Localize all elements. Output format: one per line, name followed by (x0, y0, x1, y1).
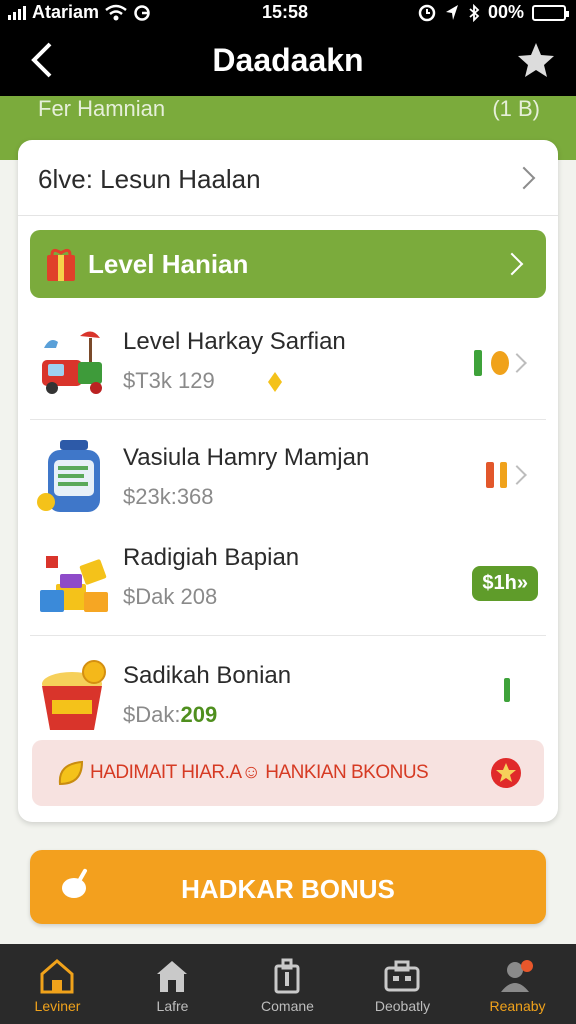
bonus-banner[interactable]: HADIMAIT HIAR.A☺ HANKIAN BKONUS (32, 740, 544, 806)
location-icon (445, 4, 458, 20)
claim-button[interactable]: $1h» (472, 566, 538, 601)
list-item[interactable]: Level Harkay Sarfian $T3k 129 (30, 304, 546, 420)
home-icon (40, 959, 74, 994)
item-name: Radigiah Bapian (123, 544, 300, 571)
gift-boxes-icon (40, 556, 108, 612)
level-bar-label: Level Hanian (88, 249, 249, 279)
tab-bag[interactable]: Comane (230, 944, 345, 1024)
band-right-text: (1 B) (492, 96, 540, 121)
wifi-icon (105, 4, 127, 20)
card-header-row[interactable]: 6lve: Lesun Haalan (18, 140, 558, 216)
alarm-icon (418, 4, 436, 21)
gift-bag-icon (47, 248, 75, 281)
coin-icon (268, 372, 282, 392)
leaf-icon (58, 760, 84, 786)
bag-icon (274, 958, 300, 994)
item-price: $Dak:209 (123, 702, 217, 728)
item-name: Vasiula Hamry Mamjan (123, 444, 370, 471)
status-indicator-icon (504, 678, 510, 702)
item-price: $Dak 208 (123, 584, 218, 609)
tab-home[interactable]: Leviner (0, 944, 115, 1024)
page-title: Daadaakn (212, 42, 364, 78)
jar-icon (37, 440, 100, 512)
briefcase-icon (384, 960, 420, 992)
carrier-name: Atariam (32, 2, 100, 22)
item-name: Sadikah Bonian (123, 662, 292, 689)
chevron-right-icon (512, 166, 536, 190)
rewards-card: 6lve: Lesun Haalan Level Hanian Level Ha… (18, 140, 558, 822)
bluetooth-icon (469, 3, 480, 22)
tab-label: Reanaby (489, 998, 546, 1014)
tab-store[interactable]: Lafre (115, 944, 230, 1024)
top-nav-bar: Daadaakn (0, 26, 576, 98)
battery-percent: 00% (487, 2, 524, 22)
favorite-button[interactable] (516, 40, 556, 80)
card-header-label: 6lve: Lesun Haalan (38, 164, 261, 194)
store-icon (157, 961, 187, 992)
star-badge-icon (491, 758, 521, 788)
bottom-tab-bar: Leviner Lafre Comane Deobatly Reanaby (0, 944, 576, 1024)
item-price: $23k:368 (123, 484, 214, 509)
tab-label: Comane (261, 998, 314, 1014)
status-bar: Atariam 15:58 00% (0, 0, 576, 26)
bonus-banner-text: HADIMAIT HIAR.A☺ HANKIAN BKONUS (90, 762, 429, 783)
item-price-prefix: $Dak: (123, 702, 181, 727)
tab-label: Leviner (34, 998, 81, 1014)
tab-profile[interactable]: Reanaby (460, 944, 575, 1024)
signal-icon (8, 5, 26, 20)
profile-icon (501, 960, 533, 992)
popcorn-icon (42, 660, 106, 730)
tab-label: Deobatly (374, 998, 431, 1014)
band-left-text: Fer Hamnian (38, 96, 166, 121)
list-item[interactable]: Vasiula Hamry Mamjan $23k:368 (30, 420, 546, 536)
list-item[interactable]: Sadikah Bonian $Dak:209 (30, 638, 546, 754)
battery-icon (532, 4, 569, 21)
tab-briefcase[interactable]: Deobatly (345, 944, 460, 1024)
claim-bonus-label: HADKAR BONUS (181, 874, 395, 904)
chevron-right-icon (500, 252, 524, 276)
claim-bonus-button[interactable]: HADKAR BONUS (30, 850, 546, 924)
list-item[interactable]: Radigiah Bapian $Dak 208 $1h» (30, 520, 546, 636)
star-icon (518, 43, 554, 77)
toy-truck-icon (42, 331, 102, 394)
item-name: Level Harkay Sarfian (123, 328, 346, 355)
level-bar[interactable]: Level Hanian (30, 230, 546, 298)
item-price-value: 209 (180, 702, 218, 727)
sync-icon (134, 4, 150, 21)
tab-label: Lafre (156, 998, 189, 1014)
item-price: $T3k 129 (123, 368, 215, 393)
status-time: 15:58 (262, 2, 309, 22)
